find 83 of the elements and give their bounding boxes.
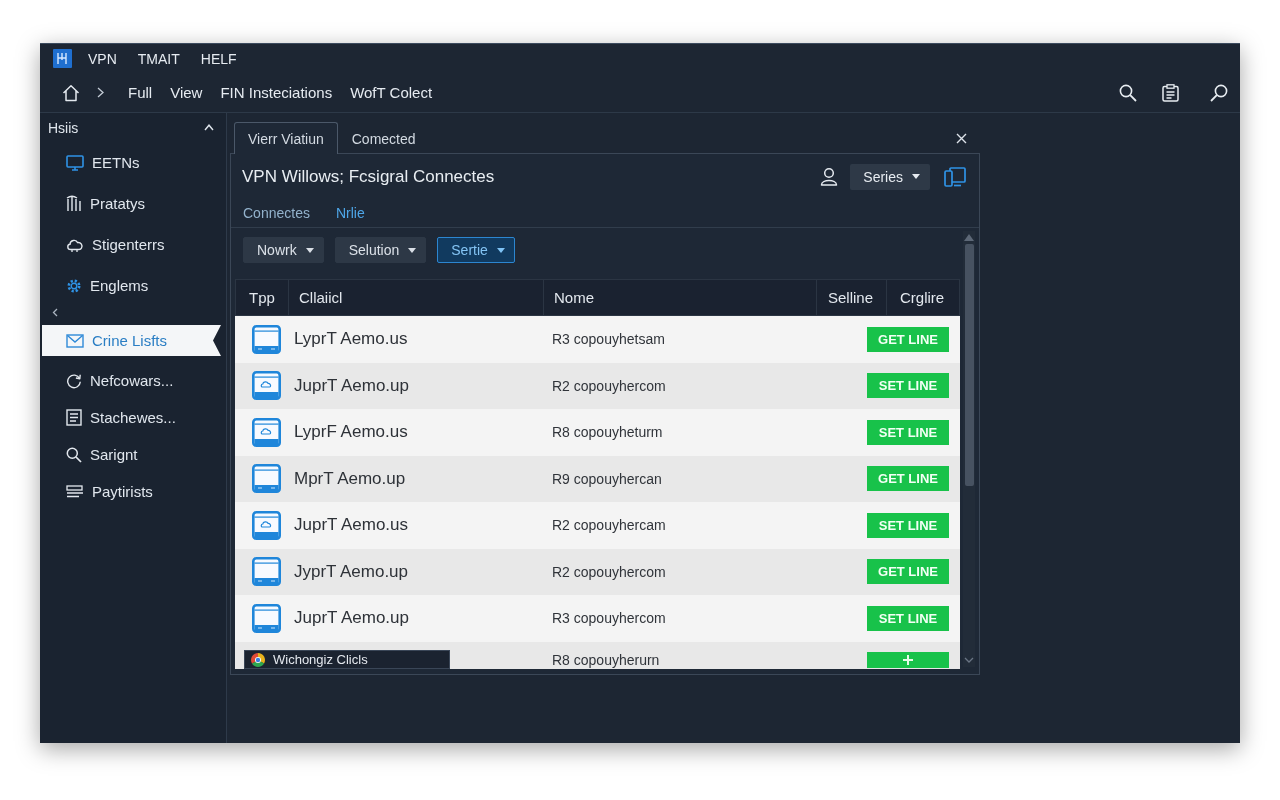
filter-dropdown[interactable]: Sertie (437, 237, 515, 263)
sidebar-item[interactable]: Englems (42, 265, 221, 306)
search-icon (66, 446, 82, 463)
plus-icon (903, 655, 913, 665)
monitor-cloud-icon (252, 371, 281, 401)
scroll-up-icon[interactable] (964, 234, 974, 241)
column-header: Cllaiicl (288, 280, 543, 315)
menu-item[interactable]: VPN (88, 50, 117, 67)
caret-icon (408, 247, 417, 253)
clipboard-icon[interactable] (1162, 83, 1179, 102)
host-name: R2 copouyhercom (551, 563, 666, 580)
caret-icon (496, 247, 505, 253)
monitor-icon (252, 324, 281, 354)
sidebar-item[interactable]: Paytirists (42, 473, 221, 510)
host-name: R2 copouyhercom (551, 377, 666, 394)
tooltip-text: Wichongiz Clicls (273, 652, 368, 667)
sidebar-item[interactable]: Sarignt (42, 436, 221, 473)
host-name: R8 copouyherurn (551, 650, 660, 668)
sidebar-item[interactable]: Stachewes... (42, 399, 221, 436)
device-name: JuprT Aemo.us (293, 515, 409, 536)
person-icon[interactable] (820, 167, 839, 186)
refresh-icon (66, 372, 82, 389)
stack-icon (66, 484, 84, 499)
device-name: LyprF Aemo.us (293, 422, 408, 443)
sidebar-item[interactable]: Pratatys (42, 183, 221, 224)
scroll-down-icon[interactable] (964, 657, 974, 663)
device-name: LyprT Aemo.us (293, 329, 408, 350)
caret-icon[interactable] (204, 124, 214, 131)
host-name: R3 copouyhetsam (551, 331, 665, 348)
breadcrumb-link[interactable]: Full (128, 84, 153, 101)
color-circle-icon (251, 652, 265, 667)
column-header: Tpp (248, 288, 276, 308)
menu-item[interactable]: TMAIT (137, 50, 180, 67)
breadcrumb-link[interactable]: WofT Colect (350, 84, 433, 101)
tab[interactable]: Vierr Viatiun (234, 122, 338, 154)
devices-icon[interactable] (944, 166, 966, 187)
column-header: Nome (543, 280, 816, 315)
panel-title: VPN Willows; Fcsigral Connectes (242, 166, 495, 187)
chevron-right-icon (97, 87, 104, 98)
host-name: R9 copouyhercan (551, 470, 662, 487)
scrollbar[interactable] (963, 231, 975, 667)
monitor-icon (252, 603, 281, 633)
monitor-cloud-icon (252, 510, 281, 540)
host-name: R3 copouyhercom (551, 610, 666, 627)
series-dropdown[interactable]: Series (850, 163, 930, 190)
caret-icon (912, 174, 920, 179)
section-title: Hsiis (48, 119, 80, 136)
monitor-cloud-icon (252, 417, 281, 447)
subtab[interactable]: Nrlie (335, 205, 365, 221)
device-name: JyprT Aemo.up (293, 561, 409, 582)
filter-dropdown[interactable]: Selution (334, 237, 427, 263)
column-header: Selline (816, 280, 886, 315)
columns-icon (66, 195, 82, 212)
home-icon[interactable] (62, 83, 80, 102)
tab[interactable]: Comected (337, 122, 430, 154)
monitor-icon (66, 154, 84, 171)
search-icon[interactable] (1210, 83, 1228, 102)
monitor-icon (252, 557, 281, 587)
search-icon[interactable] (1119, 83, 1137, 102)
caret-icon (305, 247, 314, 253)
breadcrumb-link[interactable]: View (170, 84, 203, 101)
scrollbar-thumb[interactable] (964, 244, 974, 486)
sidebar-item[interactable]: Crine Lisfts (42, 325, 221, 356)
monitor-icon (252, 464, 281, 494)
chevron-left-icon[interactable] (52, 308, 58, 317)
device-name: JuprT Aemo.up (293, 375, 409, 396)
app-logo-icon (53, 49, 72, 68)
column-header: Crglire (886, 280, 961, 315)
menu-item[interactable]: HELF (200, 50, 237, 67)
document-icon (66, 409, 82, 426)
host-name: R2 copouyhercam (551, 517, 666, 534)
close-icon[interactable] (956, 132, 967, 144)
host-name: R8 copouyheturm (551, 424, 663, 441)
device-name: MprT Aemo.up (293, 468, 406, 489)
sidebar-item[interactable]: Stigenterrs (42, 224, 221, 265)
device-name: JuprT Aemo.up (293, 608, 409, 629)
breadcrumb-link[interactable]: FIN Insteciations (220, 84, 333, 101)
gear-icon (66, 277, 82, 294)
sidebar-item[interactable]: Nefcowars... (42, 362, 221, 399)
sidebar-item[interactable]: EETNs (42, 142, 221, 183)
envelope-icon (66, 333, 84, 348)
filter-dropdown[interactable]: Nowrk (243, 237, 324, 263)
subtab[interactable]: Connectes (243, 205, 310, 221)
